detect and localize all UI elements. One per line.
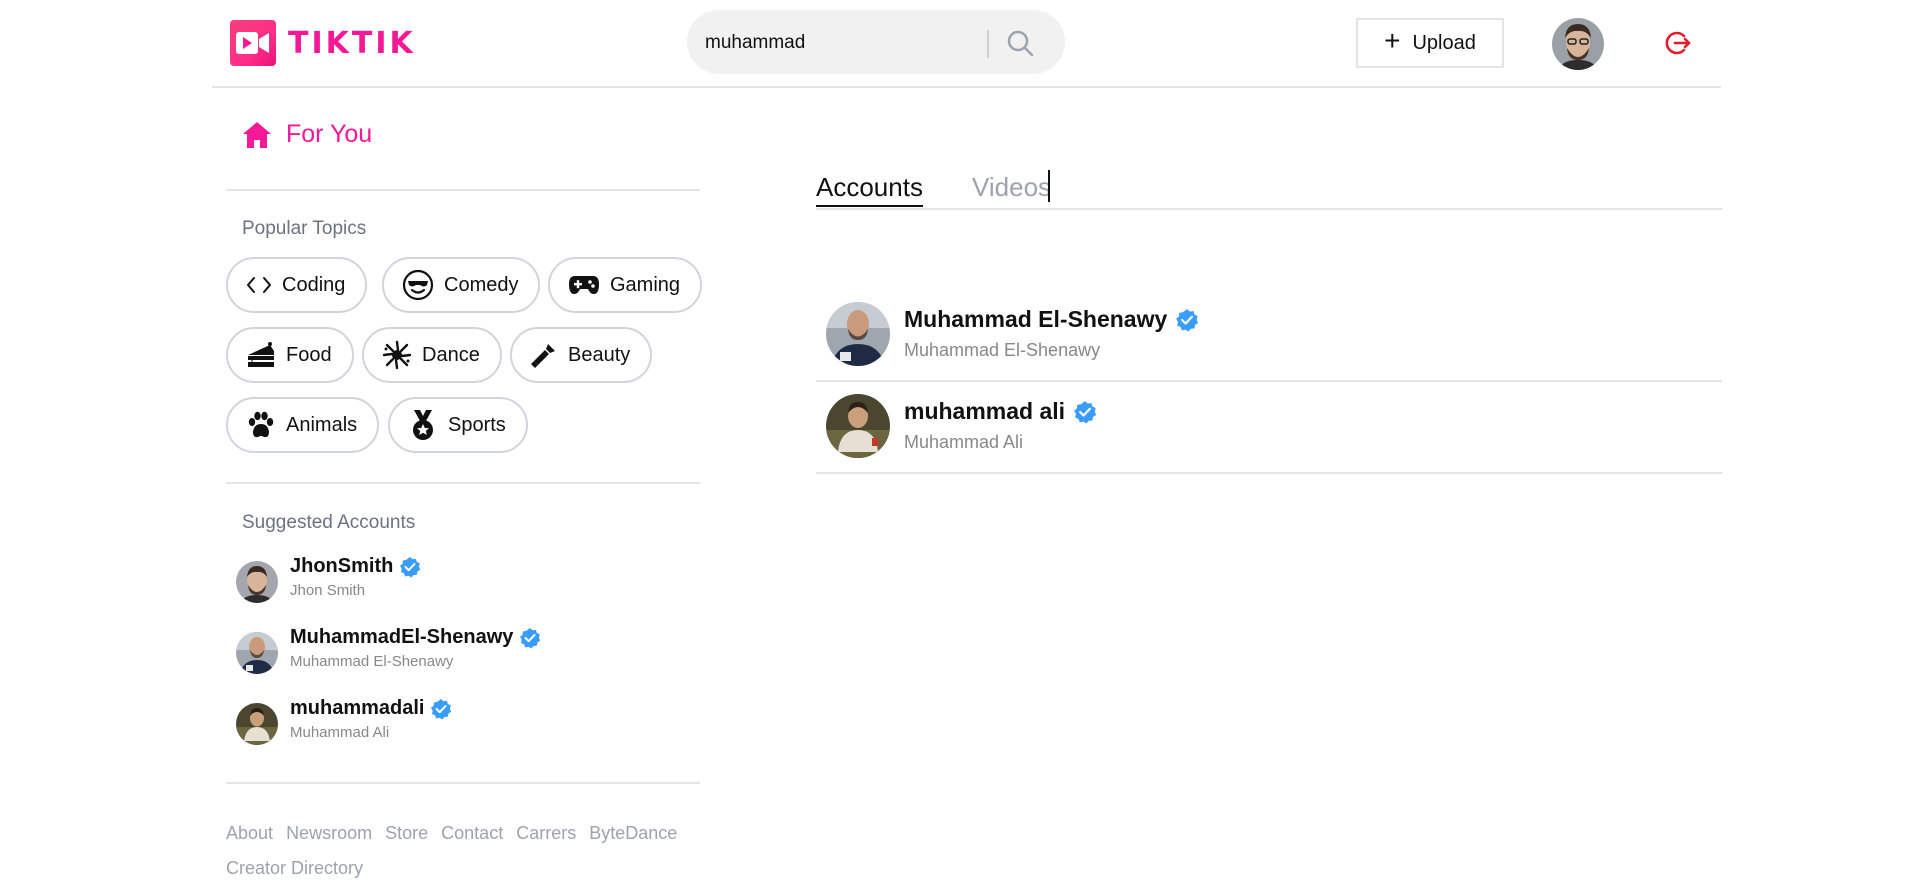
search-button[interactable] [1005, 28, 1037, 60]
verified-icon [400, 556, 421, 577]
verified-icon [1074, 400, 1097, 423]
topic-label: Comedy [444, 273, 519, 296]
avatar [826, 302, 890, 366]
account-name: Muhammad El-Shenawy [904, 340, 1101, 360]
topic-chip-beauty[interactable]: Beauty [510, 327, 653, 383]
footer-link-carrers[interactable]: Carrers [516, 816, 576, 851]
sidebar-item-for-you[interactable]: For You [242, 120, 372, 149]
account-name: Muhammad Ali [290, 724, 390, 741]
account-handle: muhammad ali [904, 398, 1066, 424]
footer-link-about[interactable]: About [226, 816, 273, 851]
topic-chip-food[interactable]: Food [226, 327, 354, 383]
tab-videos[interactable]: Videos [972, 172, 1051, 203]
avatar [236, 632, 278, 674]
avatar [236, 703, 278, 745]
verified-icon [520, 627, 541, 648]
paw-icon [248, 411, 274, 438]
topic-label: Beauty [568, 343, 631, 366]
avatar[interactable] [1552, 18, 1604, 70]
suggested-accounts-title: Suggested Accounts [242, 512, 416, 533]
medal-icon [413, 410, 433, 440]
account-name: Jhon Smith [290, 582, 366, 599]
suggested-account[interactable]: muhammadali Muhammad Ali [236, 697, 452, 745]
popular-topics-title: Popular Topics [242, 218, 367, 239]
tab-accounts[interactable]: Accounts [816, 172, 923, 207]
plus-icon: + [1384, 25, 1401, 56]
logo-text: TIKTIK [288, 25, 416, 61]
upload-button[interactable]: + Upload [1356, 18, 1504, 68]
logo[interactable]: TIKTIK [230, 20, 416, 66]
account-handle: Muhammad El-Shenawy [904, 306, 1168, 332]
account-name: Muhammad El-Shenawy [290, 653, 454, 670]
text-caret [1048, 170, 1050, 202]
topic-chip-comedy[interactable]: Comedy [382, 257, 541, 313]
footer-link-contact[interactable]: Contact [441, 816, 503, 851]
gamepad-icon [569, 276, 599, 294]
topic-label: Animals [286, 413, 358, 436]
video-camera-icon [230, 20, 276, 66]
account-result[interactable]: muhammad ali Muhammad Ali [816, 382, 1722, 474]
sunglasses-face-icon [402, 269, 434, 301]
search-icon [1007, 30, 1034, 57]
footer-links: About Newsroom Store Contact Carrers Byt… [226, 816, 700, 886]
topic-label: Food [286, 343, 332, 366]
logout-button[interactable] [1662, 28, 1692, 58]
topic-chip-coding[interactable]: Coding [226, 257, 368, 313]
home-icon [243, 121, 271, 148]
account-handle: MuhammadEl-Shenawy [290, 626, 514, 648]
cake-icon [248, 342, 274, 367]
logout-icon [1665, 31, 1691, 55]
avatar [826, 394, 890, 458]
topic-label: Gaming [610, 273, 681, 296]
topic-label: Coding [282, 273, 346, 296]
footer-link-store[interactable]: Store [385, 816, 428, 851]
account-handle: muhammadali [290, 697, 425, 719]
divider [226, 482, 700, 484]
account-handle: JhonSmith [290, 555, 394, 577]
footer-link-newsroom[interactable]: Newsroom [286, 816, 372, 851]
topic-chip-dance[interactable]: Dance [362, 327, 502, 383]
code-icon [247, 277, 271, 293]
divider [226, 189, 700, 191]
topic-chip-gaming[interactable]: Gaming [548, 257, 703, 313]
dance-icon [382, 340, 412, 370]
top-bar: TIKTIK muhammad + Upload [212, 0, 1721, 88]
verified-icon [431, 698, 452, 719]
account-result[interactable]: Muhammad El-Shenawy Muhammad El-Shenawy [816, 290, 1722, 382]
search-divider [987, 30, 989, 58]
topic-chip-sports[interactable]: Sports [388, 397, 528, 453]
suggested-account[interactable]: MuhammadEl-Shenawy Muhammad El-Shenawy [236, 626, 541, 674]
topic-label: Sports [448, 413, 506, 436]
topic-label: Dance [422, 343, 480, 366]
avatar [236, 561, 278, 603]
suggested-account[interactable]: JhonSmith Jhon Smith [236, 555, 421, 603]
verified-icon [1176, 308, 1199, 331]
account-name: Muhammad Ali [904, 432, 1024, 452]
search-bar: muhammad [687, 10, 1065, 74]
footer-link-bytedance[interactable]: ByteDance [589, 816, 677, 851]
footer-link-creator-directory[interactable]: Creator Directory [226, 851, 363, 886]
for-you-label: For You [286, 120, 373, 148]
search-input[interactable]: muhammad [705, 32, 805, 54]
upload-label: Upload [1412, 31, 1476, 54]
topic-chip-animals[interactable]: Animals [226, 397, 380, 453]
search-tabs: Accounts Videos [816, 170, 1722, 210]
divider [226, 782, 700, 784]
lipstick-icon [531, 344, 555, 368]
